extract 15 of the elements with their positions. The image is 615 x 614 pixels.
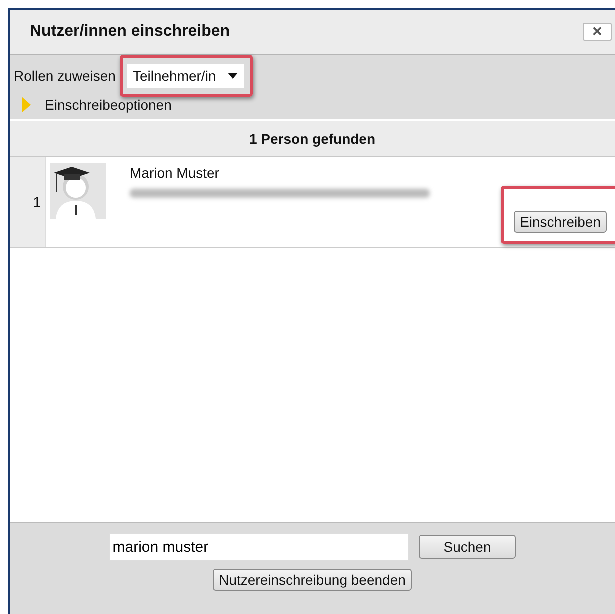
row-number: 1 [10,157,46,247]
options-toggle[interactable]: Einschreibeoptionen [14,97,615,113]
avatar-icon [50,163,106,219]
field-label: Rollen zuweisen [14,68,116,84]
search-field[interactable]: marion muster [108,533,409,561]
results-header: 1 Person gefunden [10,121,615,157]
role-dropdown[interactable]: Teilnehmer/in [126,64,244,88]
search-button[interactable]: Suchen [418,535,516,559]
window-title: Nutzer/innen einschreiben [30,23,230,41]
expand-arrow-icon [22,97,31,113]
enrol-button[interactable]: Einschreiben [514,211,607,233]
finish-button[interactable]: Nutzereinschreibung beenden [213,569,412,591]
user-name: Marion Muster [130,165,220,181]
caret-icon [228,73,238,79]
close-button[interactable]: × [583,23,612,41]
